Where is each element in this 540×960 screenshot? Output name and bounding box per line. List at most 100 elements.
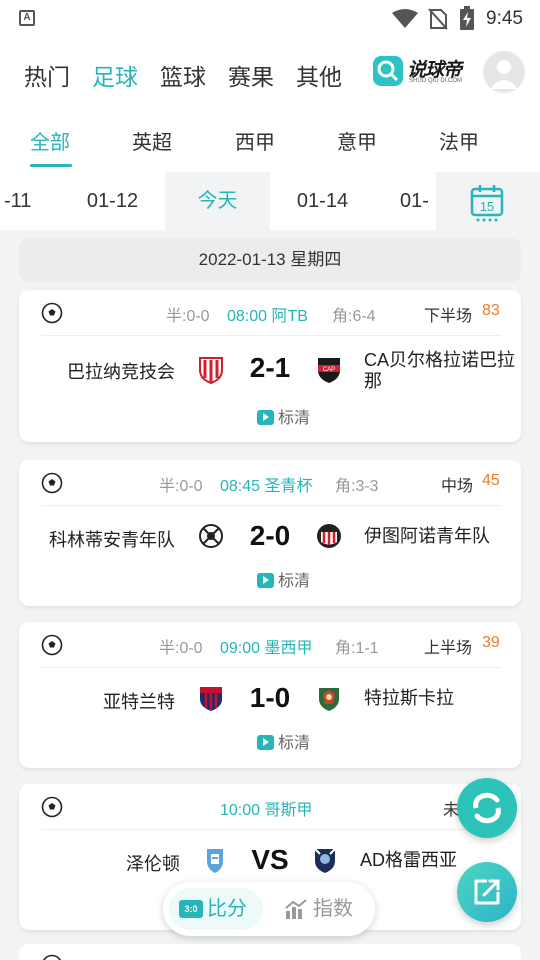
date-item[interactable]: -11 [0, 172, 60, 230]
share-icon [474, 879, 500, 905]
away-team-line1: 特拉斯卡拉 [364, 688, 454, 708]
kickoff-league: 10:00 哥斯甲 [220, 802, 313, 819]
svg-text:CAP: CAP [323, 367, 335, 373]
score-view-label: 比分 [207, 898, 247, 920]
football-icon [41, 302, 63, 324]
brand-logo: 说球帝 SHUO QIU DI.COM [373, 56, 465, 90]
date-item[interactable]: 01-12 [60, 172, 165, 230]
league-tab-seriea[interactable]: 意甲 [337, 126, 377, 155]
half-time-score: 半:0-0 [166, 308, 210, 325]
match-card[interactable]: 半:0-0 08:00 阿TB 角:6-4 下半场 83 巴拉纳竞技会 2-1 … [19, 290, 521, 442]
kickoff-league: 08:00 阿TB [227, 308, 308, 325]
match-card[interactable]: 半:0-0 08:45 圣青杯 角:3-3 中场 45 科林蒂安青年队 2-0 … [19, 460, 521, 606]
match-minute: 83 [482, 302, 500, 319]
stream-link[interactable]: 标清 [257, 729, 310, 753]
stream-quality: 标清 [278, 573, 311, 590]
league-tab-all[interactable]: 全部 [30, 126, 70, 155]
away-team-line1: CA贝尔格拉诺巴拉 [364, 350, 516, 370]
league-tab-ligue1[interactable]: 法甲 [439, 126, 479, 155]
away-team-crest-icon: CAP [318, 358, 340, 383]
match-score: 1-0 [249, 682, 291, 713]
battery-charging-icon [460, 6, 474, 30]
active-tab-indicator [30, 164, 72, 167]
share-button[interactable] [457, 862, 517, 922]
calendar-day: 15 [480, 199, 494, 214]
match-period: 上半场 [424, 640, 473, 657]
football-icon [41, 634, 63, 656]
date-item[interactable]: 01-14 [270, 172, 375, 230]
avatar[interactable] [483, 51, 525, 93]
divider [41, 505, 501, 506]
no-sim-icon [428, 8, 448, 30]
corner-count: 角:1-1 [335, 640, 379, 657]
tv-icon [257, 410, 274, 425]
app-notification-icon: A [19, 10, 35, 26]
clock: 9:45 [486, 8, 523, 29]
tv-icon [257, 573, 274, 588]
calendar-icon: 15 [470, 185, 504, 222]
home-team-crest-icon [207, 849, 223, 873]
stream-link[interactable]: 标清 [257, 567, 310, 591]
away-team: AD格雷西亚 [360, 850, 457, 871]
status-bar: A 9:45 [0, 0, 540, 36]
match-score: 2-0 [249, 520, 291, 551]
away-team: CA贝尔格拉诺巴拉那 [364, 350, 515, 392]
corner-count: 角:3-3 [335, 478, 379, 495]
league-tab-laliga[interactable]: 西甲 [235, 126, 275, 155]
match-period: 中场 [441, 478, 474, 495]
football-icon [41, 796, 63, 818]
stream-link[interactable]: 标清 [257, 404, 310, 428]
football-icon [42, 954, 62, 960]
home-team: 泽伦顿 [126, 854, 180, 874]
date-strip: -11 01-12 今天 01-14 01-1 15 [0, 172, 540, 270]
home-team-crest-icon [199, 524, 223, 548]
corner-count: 角:6-4 [332, 308, 376, 325]
refresh-icon [473, 792, 501, 824]
league-tab-epl[interactable]: 英超 [132, 126, 172, 155]
match-score: 2-1 [249, 352, 291, 383]
stream-quality: 标清 [278, 410, 311, 427]
match-card[interactable] [19, 944, 521, 960]
score-badge-icon: 3:0 [179, 900, 203, 918]
date-item-today[interactable]: 今天 [165, 172, 270, 230]
tab-hot[interactable]: 热门 [24, 58, 70, 92]
stream-quality: 标清 [278, 735, 311, 752]
user-icon [490, 60, 518, 89]
brand-logo-subtext: SHUO QIU DI.COM [409, 78, 463, 84]
match-card[interactable]: 半:0-0 09:00 墨西甲 角:1-1 上半场 39 亚特兰特 1-0 特拉… [19, 622, 521, 768]
away-team-crest-icon [317, 524, 341, 548]
divider [41, 829, 501, 830]
odds-index-label: 指数 [313, 898, 353, 920]
brand-logo-icon [373, 56, 403, 86]
league-tabs: 全部 英超 西甲 意甲 法甲 [0, 112, 540, 172]
away-team: 伊图阿诺青年队 [364, 526, 490, 547]
tab-basketball[interactable]: 篮球 [160, 58, 206, 92]
score-view-button[interactable]: 3:0 比分 [169, 888, 263, 930]
home-team-crest-icon [200, 687, 222, 711]
refresh-button[interactable] [457, 778, 517, 838]
top-nav: 热门 足球 篮球 赛果 其他 说球帝 SHUO QIU DI.COM [0, 36, 540, 112]
tab-football[interactable]: 足球 [92, 58, 138, 92]
football-icon [41, 472, 63, 494]
calendar-button[interactable]: 15 [436, 172, 540, 230]
away-team-crest-icon [314, 848, 336, 873]
half-time-score: 半:0-0 [159, 478, 203, 495]
match-minute: 45 [482, 472, 500, 489]
away-team-line1: AD格雷西亚 [360, 850, 458, 870]
match-minute: 39 [482, 634, 500, 651]
away-team-line2: 那 [364, 371, 382, 391]
tab-results[interactable]: 赛果 [228, 58, 274, 92]
divider [41, 667, 501, 668]
tv-icon [257, 735, 274, 750]
home-team: 亚特兰特 [103, 692, 175, 712]
odds-index-button[interactable]: 指数 [285, 888, 353, 930]
away-team: 特拉斯卡拉 [364, 688, 454, 709]
divider [41, 335, 501, 336]
tab-other[interactable]: 其他 [296, 58, 342, 92]
match-period: 下半场 [424, 308, 473, 325]
wifi-icon [392, 9, 418, 28]
away-team-crest-icon [319, 688, 339, 711]
date-item[interactable]: 01-1 [375, 172, 436, 270]
half-time-score: 半:0-0 [159, 640, 203, 657]
home-team-crest-icon [199, 357, 223, 384]
